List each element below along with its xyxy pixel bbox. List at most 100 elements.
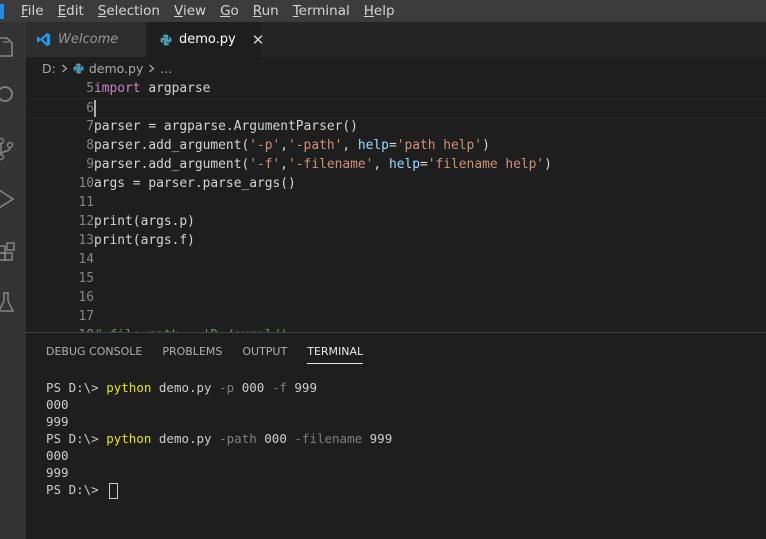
code-text: parser.add_argument('-p','-path', help='… bbox=[94, 136, 490, 155]
menu-items: File Edit Selection View Go Run Terminal Help bbox=[14, 0, 402, 22]
terminal-token: python bbox=[106, 431, 152, 446]
code-line[interactable]: 11 bbox=[26, 193, 766, 212]
code-text: print(args.f) bbox=[94, 231, 195, 250]
menu-item-edit[interactable]: Edit bbox=[51, 0, 91, 22]
code-token: parser.add_argument( bbox=[94, 138, 250, 153]
close-icon[interactable]: ✕ bbox=[252, 31, 265, 49]
menu-label: un bbox=[261, 3, 279, 19]
menu-item-view[interactable]: View bbox=[167, 0, 213, 22]
tab-welcome-label: Welcome bbox=[58, 32, 119, 47]
line-number: 10 bbox=[78, 176, 94, 191]
activity-bar bbox=[0, 22, 26, 539]
menu-mnemonic: V bbox=[174, 3, 183, 19]
code-token: , bbox=[342, 138, 358, 153]
menu-item-go[interactable]: Go bbox=[213, 0, 246, 22]
breadcrumb-file[interactable]: demo.py bbox=[89, 61, 144, 76]
code-line[interactable]: 6 bbox=[26, 98, 766, 119]
terminal-token: 000 bbox=[46, 397, 69, 412]
testing-icon[interactable] bbox=[0, 288, 26, 318]
line-number: 8 bbox=[86, 138, 94, 153]
breadcrumb-drive[interactable]: D: bbox=[42, 61, 56, 76]
menu-item-run[interactable]: Run bbox=[246, 0, 286, 22]
run-debug-icon[interactable] bbox=[0, 184, 26, 214]
code-line[interactable]: 15 bbox=[26, 269, 766, 288]
line-number: 9 bbox=[86, 157, 94, 172]
terminal-token: PS D:\> bbox=[46, 482, 107, 497]
line-number: 17 bbox=[78, 309, 94, 324]
line-number: 5 bbox=[86, 81, 94, 96]
code-line[interactable]: 12 print(args.p) bbox=[26, 212, 766, 231]
menu-item-help[interactable]: Help bbox=[357, 0, 402, 22]
search-icon[interactable] bbox=[0, 80, 26, 110]
terminal-token: 999 bbox=[286, 380, 317, 395]
code-token: help bbox=[357, 138, 389, 153]
code-token: '-filename' bbox=[288, 157, 374, 172]
menu-mnemonic: G bbox=[220, 3, 231, 19]
code-editor[interactable]: 5 import argparse 6 7 parser = argparse.Argu… bbox=[26, 79, 766, 332]
code-token: '-f' bbox=[249, 157, 281, 172]
menu-item-selection[interactable]: Selection bbox=[91, 0, 167, 22]
code-token: , bbox=[373, 157, 389, 172]
code-line[interactable]: 13 print(args.f) bbox=[26, 231, 766, 250]
terminal-line: 999 bbox=[46, 413, 392, 430]
text-cursor bbox=[94, 100, 96, 117]
line-number: 7 bbox=[86, 119, 94, 134]
tab-problems[interactable]: PROBLEMS bbox=[162, 345, 222, 364]
terminal-line: PS D:\> python demo.py -path 000 -filena… bbox=[46, 430, 392, 447]
code-line[interactable]: 14 bbox=[26, 250, 766, 269]
code-token: ) bbox=[482, 138, 490, 153]
code-text: parser = argparse.ArgumentParser() bbox=[94, 117, 358, 136]
terminal-token: 000 bbox=[256, 431, 295, 446]
code-line[interactable]: 17 bbox=[26, 307, 766, 326]
bottom-panel: DEBUG CONSOLE PROBLEMS OUTPUT TERMINAL PS D… bbox=[26, 332, 766, 539]
terminal-token: python bbox=[106, 380, 152, 395]
code-token: ) bbox=[544, 157, 552, 172]
terminal-token: 000 bbox=[234, 380, 272, 395]
code-token: 'path help' bbox=[396, 138, 483, 153]
extensions-icon[interactable] bbox=[0, 238, 26, 268]
tab-demo-py[interactable]: demo.py ✕ bbox=[146, 22, 264, 57]
explorer-icon[interactable] bbox=[0, 32, 26, 62]
terminal-token: 000 bbox=[46, 448, 69, 463]
menu-label: dit bbox=[66, 3, 84, 19]
python-file-icon bbox=[73, 62, 84, 74]
chevron-right-icon bbox=[148, 61, 155, 76]
terminal-token: -path bbox=[219, 431, 257, 446]
menu-mnemonic: F bbox=[21, 3, 28, 19]
tab-terminal[interactable]: TERMINAL bbox=[307, 345, 364, 364]
terminal-token: -f bbox=[271, 380, 287, 395]
tab-welcome[interactable]: Welcome bbox=[26, 22, 146, 57]
code-token: '-p' bbox=[249, 138, 281, 153]
terminal-line: 999 bbox=[46, 464, 392, 481]
menu-item-terminal[interactable]: Terminal bbox=[286, 0, 357, 22]
code-token: , bbox=[280, 138, 289, 153]
menu-item-file[interactable]: File bbox=[14, 0, 51, 22]
menu-mnemonic: H bbox=[363, 3, 374, 19]
code-token: import bbox=[94, 81, 141, 96]
menu-label: erminal bbox=[298, 3, 350, 19]
terminal-output[interactable]: PS D:\> python demo.py -p 000 -f 999 000 9… bbox=[46, 379, 392, 499]
terminal-token: -p bbox=[219, 380, 235, 395]
terminal-token: 999 bbox=[46, 465, 69, 480]
code-line[interactable]: 9 parser.add_argument('-f','-filename', h… bbox=[26, 155, 766, 174]
code-line[interactable]: 5 import argparse bbox=[26, 79, 766, 98]
terminal-token: -filename bbox=[294, 431, 363, 446]
code-line[interactable]: 16 bbox=[26, 288, 766, 307]
code-line[interactable]: 8 parser.add_argument('-p','-path', help=… bbox=[26, 136, 766, 155]
terminal-token: PS D:\> bbox=[46, 380, 107, 395]
code-line[interactable]: 7 parser = argparse.ArgumentParser() bbox=[26, 117, 766, 136]
tab-output[interactable]: OUTPUT bbox=[242, 345, 287, 364]
code-token: , bbox=[280, 157, 289, 172]
breadcrumb-more[interactable]: ... bbox=[160, 61, 172, 76]
code-token: parser.add_argument( bbox=[94, 157, 250, 172]
source-control-icon[interactable] bbox=[0, 134, 26, 164]
line-number: 16 bbox=[78, 290, 94, 305]
code-line[interactable]: 10 args = parser.parse_args() bbox=[26, 174, 766, 193]
panel-tabs: DEBUG CONSOLE PROBLEMS OUTPUT TERMINAL bbox=[46, 345, 383, 364]
vscode-icon bbox=[36, 32, 51, 47]
code-text: parser.add_argument('-f','-filename', he… bbox=[94, 155, 552, 174]
tab-debug-console[interactable]: DEBUG CONSOLE bbox=[46, 345, 142, 364]
line-number: 11 bbox=[78, 195, 94, 210]
terminal-line: 000 bbox=[46, 396, 392, 413]
code-token: print(args.f) bbox=[94, 233, 195, 248]
